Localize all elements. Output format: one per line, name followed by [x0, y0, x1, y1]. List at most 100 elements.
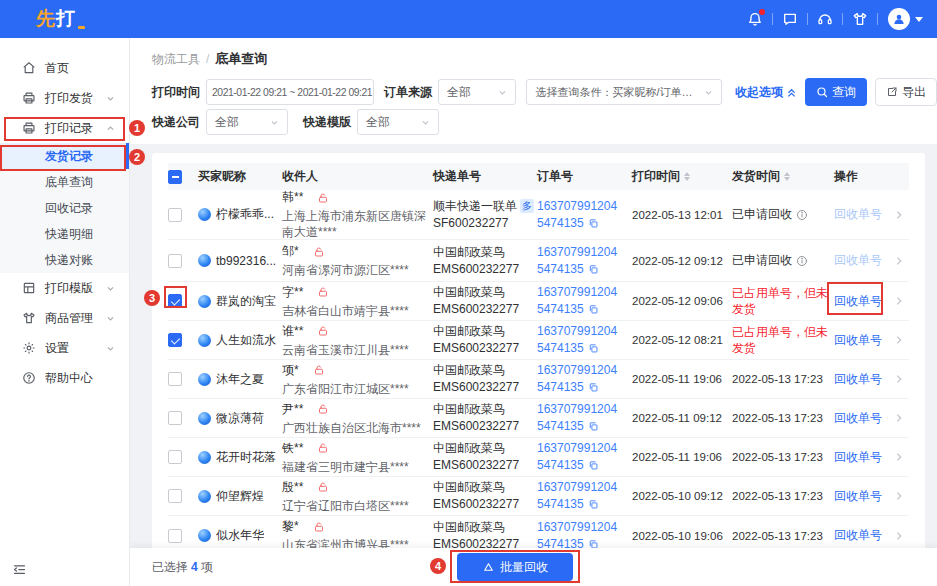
lock-icon[interactable]: [317, 481, 329, 493]
row-expand-chevron-icon[interactable]: [894, 256, 908, 266]
order-source-select[interactable]: 全部: [438, 79, 516, 105]
tracking-number: EMS600232277: [433, 379, 533, 396]
copy-icon[interactable]: [588, 499, 599, 510]
sidebar-item-8[interactable]: 打印模版: [0, 273, 129, 303]
breadcrumb-parent[interactable]: 物流工具: [152, 51, 200, 68]
annotation-step-4: 4: [430, 558, 446, 574]
recycle-number-link[interactable]: 回收单号: [834, 294, 882, 308]
lock-icon[interactable]: [317, 286, 329, 298]
sidebar-subitem-3[interactable]: 发货记录: [0, 143, 129, 169]
tshirt-icon[interactable]: [852, 11, 868, 27]
sidebar-subitem-label: 快递明细: [45, 226, 93, 243]
order-number[interactable]: 163707991204: [537, 519, 628, 536]
row-expand-chevron-icon[interactable]: [894, 452, 908, 462]
lock-icon[interactable]: [313, 521, 325, 533]
template-select[interactable]: 全部: [357, 109, 439, 135]
recycle-number-link[interactable]: 回收单号: [834, 411, 882, 425]
order-number[interactable]: 163707991204: [537, 401, 628, 418]
lock-icon[interactable]: [313, 246, 325, 258]
row-checkbox[interactable]: [168, 489, 182, 503]
row-expand-chevron-icon[interactable]: [894, 491, 908, 501]
row-checkbox[interactable]: [168, 294, 182, 308]
copy-icon[interactable]: [588, 264, 599, 275]
copy-icon[interactable]: [588, 218, 599, 229]
order-number[interactable]: 163707991204: [537, 198, 628, 215]
recycle-number-link[interactable]: 回收单号: [834, 333, 882, 347]
order-number[interactable]: 163707991204: [537, 284, 628, 301]
sidebar-item-10[interactable]: 设置: [0, 333, 129, 363]
sidebar-item-0[interactable]: 首页: [0, 53, 129, 83]
copy-icon[interactable]: [588, 460, 599, 471]
row-expand-chevron-icon[interactable]: [894, 531, 908, 541]
sidebar-item-1[interactable]: 打印发货: [0, 83, 129, 113]
row-expand-chevron-icon[interactable]: [894, 210, 908, 220]
tracking-number: EMS600232277: [433, 496, 533, 513]
sidebar-item-11[interactable]: 帮助中心: [0, 363, 129, 393]
row-expand-chevron-icon[interactable]: [894, 296, 908, 306]
copy-icon[interactable]: [588, 421, 599, 432]
sidebar-item-9[interactable]: 商品管理: [0, 303, 129, 333]
export-button[interactable]: 导出: [875, 78, 937, 106]
col-header-ship-time[interactable]: 发货时间: [732, 168, 834, 185]
sort-icon[interactable]: [684, 172, 690, 182]
lock-icon[interactable]: [317, 442, 329, 454]
row-checkbox[interactable]: [168, 411, 182, 425]
courier-select[interactable]: 全部: [206, 109, 288, 135]
recycle-number-link[interactable]: 回收单号: [834, 207, 882, 221]
chevron-down-icon: [498, 88, 507, 97]
copy-icon[interactable]: [588, 382, 599, 393]
sidebar-subitem-6[interactable]: 快递明细: [0, 221, 129, 247]
recycle-number-link[interactable]: 回收单号: [834, 489, 882, 503]
order-number[interactable]: 163707991204: [537, 440, 628, 457]
chat-icon[interactable]: [782, 11, 798, 27]
search-button[interactable]: 查询: [805, 78, 867, 106]
ship-status: 已申请回收: [732, 206, 792, 223]
order-number[interactable]: 163707991204: [537, 479, 628, 496]
row-expand-chevron-icon[interactable]: [894, 413, 908, 423]
recycle-number-link[interactable]: 回收单号: [834, 372, 882, 386]
user-menu[interactable]: [888, 8, 923, 30]
wangwang-icon: [198, 373, 211, 386]
batch-recycle-button[interactable]: 批量回收: [457, 553, 573, 581]
info-icon[interactable]: [796, 209, 808, 221]
row-expand-chevron-icon[interactable]: [894, 374, 908, 384]
order-number[interactable]: 163707991204: [537, 244, 628, 261]
query-condition-select[interactable]: 选择查询条件：买家昵称/订单编号/运单号/...: [526, 79, 722, 105]
bell-icon[interactable]: [747, 11, 763, 27]
row-checkbox[interactable]: [168, 333, 182, 347]
order-number[interactable]: 163707991204: [537, 323, 628, 340]
sidebar-subitem-7[interactable]: 快递对账: [0, 247, 129, 273]
buyer-nickname: tb992316...: [216, 254, 276, 268]
recycle-number-link[interactable]: 回收单号: [834, 528, 882, 542]
print-time: 2022-05-11 09:12: [632, 412, 722, 424]
row-checkbox[interactable]: [168, 529, 182, 543]
row-checkbox[interactable]: [168, 372, 182, 386]
col-header-action: 操作: [834, 168, 894, 185]
print-time-range-input[interactable]: 2021-01-22 09:21 ~ 2021-01-22 09:21: [206, 79, 374, 105]
lock-icon[interactable]: [317, 403, 329, 415]
collapse-options-link[interactable]: 收起选项: [735, 84, 797, 101]
recipient-name: 韩**: [282, 189, 303, 206]
row-expand-chevron-icon[interactable]: [894, 335, 908, 345]
recycle-number-link[interactable]: 回收单号: [834, 253, 882, 267]
order-number[interactable]: 163707991204: [537, 362, 628, 379]
row-checkbox[interactable]: [168, 254, 182, 268]
row-checkbox[interactable]: [168, 208, 182, 222]
sort-icon[interactable]: [784, 172, 790, 182]
collapse-sidebar-icon[interactable]: [12, 562, 27, 577]
copy-icon[interactable]: [588, 343, 599, 354]
lock-icon[interactable]: [313, 364, 325, 376]
sidebar-item-2[interactable]: 打印记录: [0, 113, 129, 143]
lock-icon[interactable]: [317, 192, 329, 204]
recycle-number-link[interactable]: 回收单号: [834, 450, 882, 464]
lock-icon[interactable]: [317, 325, 329, 337]
chevron-down-icon: [106, 94, 115, 103]
select-all-checkbox[interactable]: [168, 170, 182, 184]
headset-icon[interactable]: [817, 11, 833, 27]
sidebar-subitem-5[interactable]: 回收记录: [0, 195, 129, 221]
info-icon[interactable]: [796, 255, 808, 267]
copy-icon[interactable]: [588, 304, 599, 315]
sidebar-subitem-4[interactable]: 底单查询: [0, 169, 129, 195]
row-checkbox[interactable]: [168, 450, 182, 464]
col-header-print-time[interactable]: 打印时间: [632, 168, 732, 185]
